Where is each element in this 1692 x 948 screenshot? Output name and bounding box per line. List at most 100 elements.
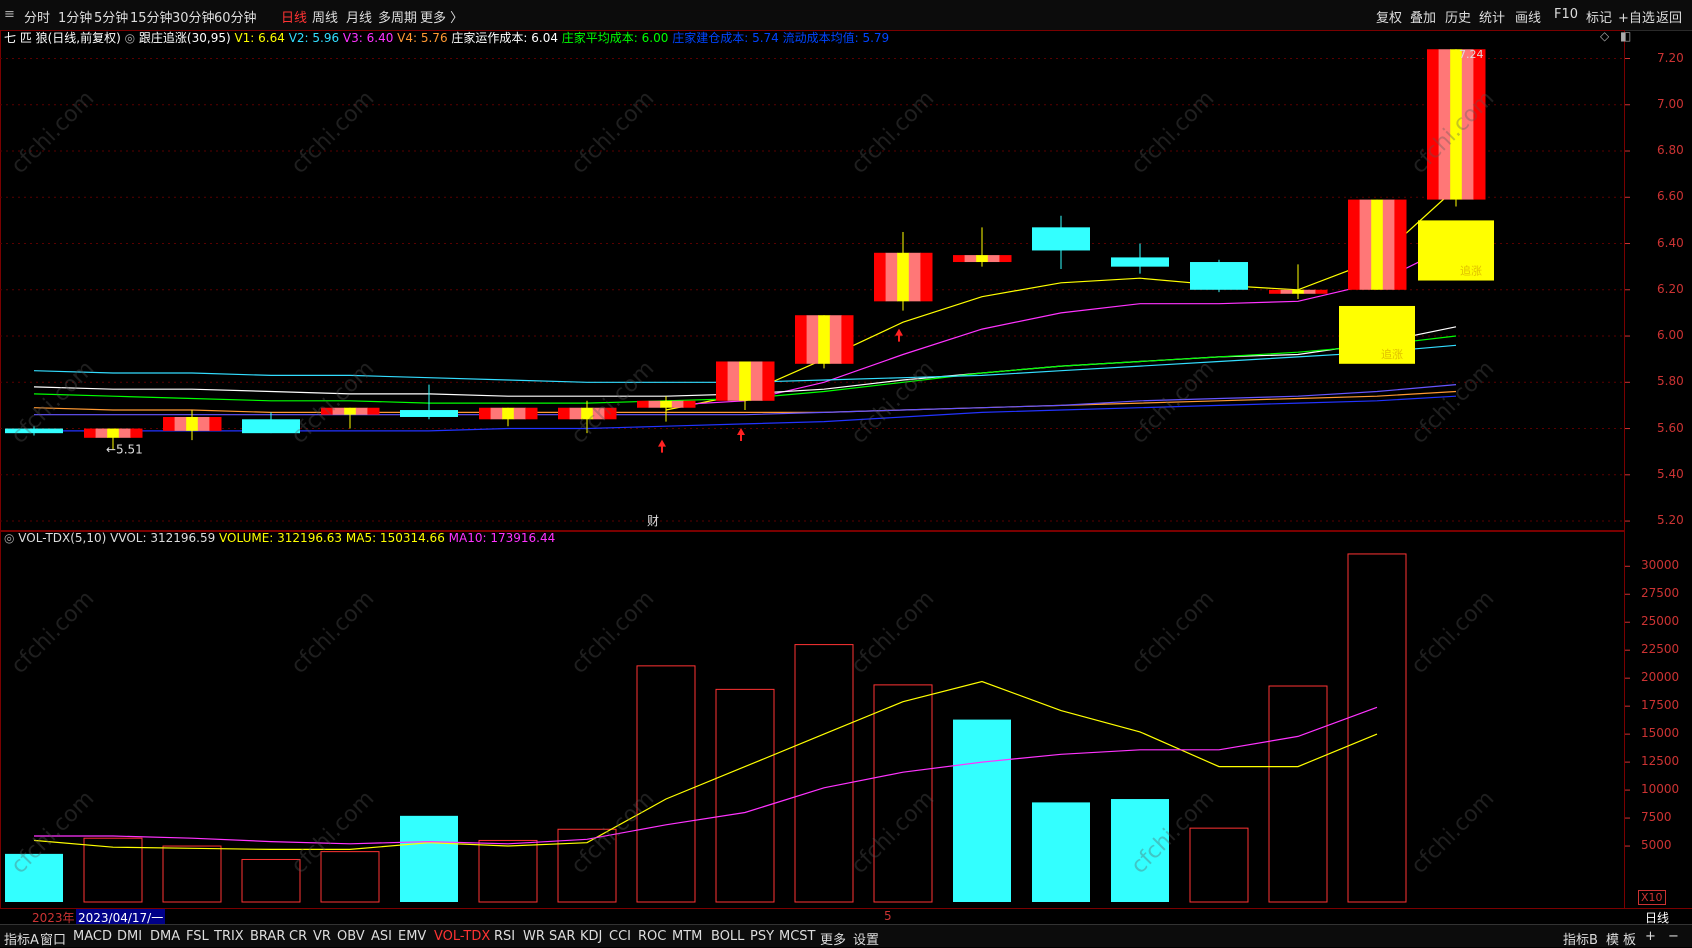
candle-body-segment [163, 416, 176, 431]
candle-body-segment [355, 407, 368, 415]
candle-body-segment [479, 407, 492, 420]
indicator-tab[interactable]: ROC [638, 929, 666, 944]
price-axis-label: 5.80 [1657, 374, 1684, 389]
volume-axis-label: 5000 [1641, 838, 1672, 853]
legend-value: 庄家平均成本: 6.00 [557, 31, 669, 45]
indicator-tab-bar: 指标A 窗口 MACD DMI DMA FSL TRIX BRAR CR VR OBV ASI EMV V… [0, 924, 1692, 948]
volume-panel-frame [0, 531, 1625, 909]
candle-body-segment [671, 400, 684, 408]
volume-bar [320, 851, 380, 903]
zoom-in-button[interactable]: + [1645, 929, 1656, 944]
signal-arrow [658, 439, 666, 453]
indicator-name[interactable]: 跟庄追涨(30,95) [139, 31, 231, 45]
candle-body-segment [818, 315, 831, 364]
volume-axis-label: 10000 [1641, 782, 1680, 797]
candle-body-segment [637, 400, 650, 408]
candle [795, 315, 854, 369]
candle-body-segment [727, 361, 740, 401]
price-axis-label: 7.00 [1657, 96, 1684, 111]
volume-axis-label: 22500 [1641, 642, 1680, 657]
indicator-tab[interactable]: BOLL [711, 929, 744, 944]
indicator-tab[interactable]: DMA [150, 929, 180, 944]
indicator-tab[interactable]: RSI [494, 929, 515, 944]
candle-body-segment [1382, 199, 1395, 290]
candle-body-segment [750, 361, 763, 401]
volume-axis-label: 25000 [1641, 614, 1680, 629]
indicator-tab[interactable]: FSL [186, 929, 209, 944]
candle-body [1032, 227, 1090, 251]
candle [1348, 199, 1407, 290]
indicator-tab[interactable]: EMV [398, 929, 426, 944]
candle-body-segment [1315, 289, 1328, 294]
volume-bar [1268, 685, 1328, 903]
volume-axis-label: 17500 [1641, 698, 1680, 713]
indicator-tab[interactable]: VOL-TDX [434, 929, 490, 944]
high-price-label: 7.24 [1459, 48, 1484, 61]
low-price-label: ←5.51 [106, 442, 143, 456]
volume-axis-label: 15000 [1641, 726, 1680, 741]
candle-body-segment [1394, 199, 1407, 290]
candle-body-segment [174, 416, 187, 431]
price-axis-label: 6.00 [1657, 328, 1684, 343]
candle-body-segment [964, 255, 977, 263]
candle-body-segment [84, 428, 97, 438]
volume-axis-label: 12500 [1641, 754, 1680, 769]
candle-body-segment [1371, 199, 1384, 290]
indicator-tab[interactable]: MCST [779, 929, 816, 944]
finance-mark: 财 [647, 514, 659, 528]
volume-bar [162, 845, 222, 903]
month-mark: 5 [884, 909, 892, 923]
volume-axis-label: 7500 [1641, 810, 1672, 825]
indicator-tab[interactable]: PSY [750, 929, 774, 944]
candle-body-segment [367, 407, 380, 415]
legend-value: V4: 5.76 [393, 31, 448, 45]
indicator-tab[interactable]: CCI [609, 929, 631, 944]
template-button[interactable]: 板 [1623, 929, 1636, 948]
indicator-tab[interactable]: MTM [672, 929, 702, 944]
volume-bar [478, 839, 538, 903]
price-axis-label: 5.20 [1657, 513, 1684, 528]
indicator-tab[interactable]: BRAR [250, 929, 285, 944]
candle [1190, 259, 1248, 293]
volume-legend-value: VOLUME: 312196.63 [215, 531, 343, 545]
indicator-tab[interactable]: TRIX [214, 929, 244, 944]
indicator-tab[interactable]: MACD [73, 929, 112, 944]
candle-body-segment [107, 428, 120, 438]
price-axis-label: 5.40 [1657, 466, 1684, 481]
volume-legend-value: MA10: 173916.44 [444, 531, 556, 545]
candle [479, 407, 538, 427]
candle-body-segment [762, 361, 775, 401]
volume-bar [1032, 802, 1090, 902]
indicator-b-button[interactable]: 指标B [1563, 929, 1598, 948]
candle-body-segment [502, 407, 515, 420]
indicator-tab[interactable]: 窗口 [40, 929, 66, 948]
candle-body-segment [829, 315, 842, 364]
candle-body-segment [1359, 199, 1372, 290]
candle-body-segment [908, 252, 921, 302]
indicator-tab[interactable]: SAR [549, 929, 575, 944]
indicator-tab[interactable]: 更多 [820, 929, 846, 948]
indicator-tab[interactable]: 设置 [853, 929, 879, 948]
candle-body-segment [897, 252, 910, 302]
indicator-tab[interactable]: 指标A [4, 929, 39, 948]
volume-unit-label: X10 [1638, 890, 1666, 905]
template-button[interactable]: 模 [1606, 929, 1619, 948]
candle-body-segment [999, 255, 1012, 263]
candle-body-segment [558, 407, 571, 420]
indicator-tab[interactable]: ASI [371, 929, 392, 944]
indicator-tab[interactable]: OBV [337, 929, 365, 944]
price-axis-label: 7.20 [1657, 50, 1684, 65]
candle-body-segment [490, 407, 503, 420]
zoom-out-button[interactable]: − [1668, 929, 1679, 944]
indicator-settings-icon[interactable]: ◎ [121, 31, 139, 45]
volume-legend: ◎ VOL-TDX(5,10) VVOL: 312196.59 VOLUME: … [4, 531, 555, 545]
diamond-icon[interactable]: ◇ [1600, 29, 1609, 43]
panel-toggle-icon[interactable]: ◧ [1620, 29, 1631, 43]
volume-settings-icon[interactable]: ◎ [4, 531, 18, 545]
indicator-tab[interactable]: KDJ [580, 929, 602, 944]
indicator-tab[interactable]: CR [289, 929, 307, 944]
indicator-tab[interactable]: WR [523, 929, 545, 944]
indicator-tab[interactable]: DMI [117, 929, 142, 944]
volume-bar [1189, 827, 1249, 903]
indicator-tab[interactable]: VR [313, 929, 331, 944]
